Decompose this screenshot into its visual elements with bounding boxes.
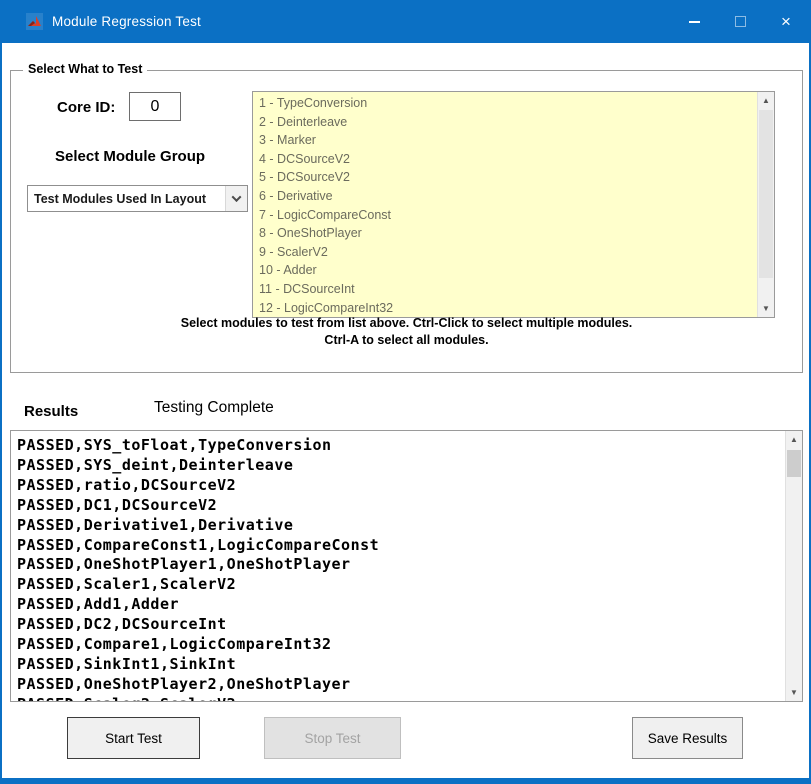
module-group-selected-value: Test Modules Used In Layout <box>28 192 225 206</box>
results-line[interactable]: PASSED,Compare1,LogicCompareInt32 <box>17 635 785 655</box>
minimize-button[interactable] <box>671 0 717 43</box>
results-scrollbar-thumb[interactable] <box>787 450 801 477</box>
module-list-item[interactable]: 7 - LogicCompareConst <box>259 206 757 225</box>
results-line[interactable]: PASSED,ratio,DCSourceV2 <box>17 476 785 496</box>
results-line[interactable]: PASSED,DC1,DCSourceV2 <box>17 496 785 516</box>
module-list[interactable]: 1 - TypeConversion2 - Deinterleave3 - Ma… <box>253 93 757 317</box>
maximize-button[interactable] <box>717 0 763 43</box>
testing-status-text: Testing Complete <box>154 399 274 417</box>
scroll-up-icon[interactable]: ▲ <box>786 431 802 448</box>
core-id-input[interactable] <box>129 92 181 121</box>
results-scrollbar-track[interactable] <box>786 448 802 684</box>
module-group-label: Select Module Group <box>55 148 205 165</box>
window-title: Module Regression Test <box>52 14 201 29</box>
module-list-item[interactable]: 6 - Derivative <box>259 187 757 206</box>
results-line[interactable]: PASSED,SYS_deint,Deinterleave <box>17 456 785 476</box>
module-help-text: Select modules to test from list above. … <box>11 315 802 348</box>
stop-test-button[interactable]: Stop Test <box>264 717 401 759</box>
maximize-icon <box>735 16 746 27</box>
dropdown-arrow-button[interactable] <box>225 186 247 211</box>
results-line[interactable]: PASSED,Scaler1,ScalerV2 <box>17 575 785 595</box>
module-list-item[interactable]: 5 - DCSourceV2 <box>259 168 757 187</box>
module-scrollbar-track[interactable] <box>758 109 774 300</box>
minimize-icon <box>689 21 700 23</box>
window-controls: × <box>671 0 809 43</box>
module-listbox[interactable]: 1 - TypeConversion2 - Deinterleave3 - Ma… <box>252 91 775 318</box>
module-list-scrollbar[interactable]: ▲ ▼ <box>757 92 774 317</box>
module-regression-test-window: Module Regression Test × Select What to … <box>0 0 811 784</box>
results-listbox[interactable]: PASSED,SYS_toFloat,TypeConversionPASSED,… <box>10 430 803 702</box>
start-test-button[interactable]: Start Test <box>67 717 200 759</box>
module-list-item[interactable]: 8 - OneShotPlayer <box>259 224 757 243</box>
results-line[interactable]: PASSED,CompareConst1,LogicCompareConst <box>17 536 785 556</box>
module-list-item[interactable]: 3 - Marker <box>259 131 757 150</box>
close-button[interactable]: × <box>763 0 809 43</box>
group-legend: Select What to Test <box>23 62 147 76</box>
module-help-line-2: Ctrl-A to select all modules. <box>11 332 802 349</box>
module-list-item[interactable]: 4 - DCSourceV2 <box>259 150 757 169</box>
module-list-item[interactable]: 10 - Adder <box>259 261 757 280</box>
titlebar[interactable]: Module Regression Test × <box>2 0 809 43</box>
scroll-down-icon[interactable]: ▼ <box>786 684 802 701</box>
results-line[interactable]: PASSED,SYS_toFloat,TypeConversion <box>17 436 785 456</box>
results-list[interactable]: PASSED,SYS_toFloat,TypeConversionPASSED,… <box>11 431 785 701</box>
results-line[interactable]: PASSED,Scaler2,ScalerV2 <box>17 695 785 701</box>
module-list-item[interactable]: 9 - ScalerV2 <box>259 243 757 262</box>
module-list-item[interactable]: 11 - DCSourceInt <box>259 280 757 299</box>
results-label: Results <box>24 403 78 420</box>
module-list-item[interactable]: 2 - Deinterleave <box>259 113 757 132</box>
save-results-button[interactable]: Save Results <box>632 717 743 759</box>
results-line[interactable]: PASSED,Derivative1,Derivative <box>17 516 785 536</box>
results-line[interactable]: PASSED,DC2,DCSourceInt <box>17 615 785 635</box>
module-group-dropdown[interactable]: Test Modules Used In Layout <box>27 185 248 212</box>
close-icon: × <box>781 13 791 30</box>
results-line[interactable]: PASSED,SinkInt1,SinkInt <box>17 655 785 675</box>
results-line[interactable]: PASSED,Add1,Adder <box>17 595 785 615</box>
results-line[interactable]: PASSED,OneShotPlayer1,OneShotPlayer <box>17 555 785 575</box>
module-help-line-1: Select modules to test from list above. … <box>11 315 802 332</box>
module-scrollbar-thumb[interactable] <box>759 110 773 278</box>
results-line[interactable]: PASSED,OneShotPlayer2,OneShotPlayer <box>17 675 785 695</box>
select-what-to-test-group: Select What to Test Core ID: Select Modu… <box>10 70 803 373</box>
results-header: Results Testing Complete <box>2 399 809 425</box>
core-id-label: Core ID: <box>57 99 115 116</box>
module-list-item[interactable]: 1 - TypeConversion <box>259 94 757 113</box>
scroll-up-icon[interactable]: ▲ <box>758 92 774 109</box>
chevron-down-icon <box>232 192 242 202</box>
results-scrollbar[interactable]: ▲ ▼ <box>785 431 802 701</box>
matlab-app-icon <box>26 13 43 30</box>
